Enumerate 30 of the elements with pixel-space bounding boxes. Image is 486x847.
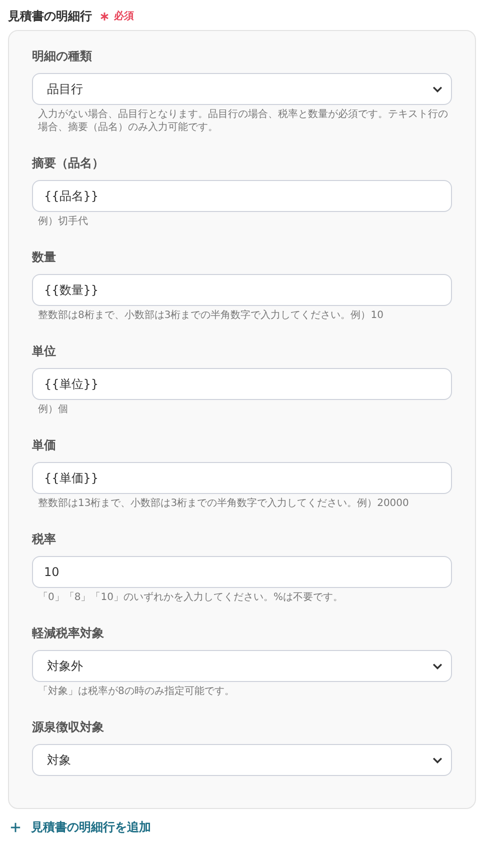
field-label: 摘要（品名） [32, 155, 105, 172]
help-text: 例）個 [37, 403, 69, 416]
input-field[interactable]: {{品名}} [32, 180, 452, 212]
help-text: 「0」「8」「10」のいずれかを入力してください。%は不要です。 [37, 591, 344, 604]
field-label: 税率 [32, 531, 57, 548]
field-label: 単価 [32, 437, 57, 454]
field-label: 数量 [32, 249, 57, 266]
input-field[interactable]: {{数量}} [32, 274, 452, 306]
dropdown[interactable]: 対象 [32, 744, 452, 776]
required-label: 必須 [114, 10, 134, 23]
field-label: 明細の種類 [32, 48, 93, 65]
dropdown[interactable]: 対象外 [32, 650, 452, 682]
add-row-link[interactable]: 見積書の明細行を追加 [8, 819, 151, 836]
field-label: 源泉徴収対象 [32, 719, 105, 736]
field-label: 単位 [32, 343, 57, 360]
chevron-down-icon [432, 662, 443, 670]
help-text: 整数部は13桁まで、小数部は3桁までの半角数字で入力してください。例）20000 [37, 497, 410, 510]
input-field[interactable]: 10 [32, 556, 452, 588]
plus-icon [10, 822, 21, 833]
input-field[interactable]: {{単位}} [32, 368, 452, 400]
help-text: 例）切手代 [37, 215, 89, 228]
field-label: 軽減税率対象 [32, 625, 105, 642]
input-field[interactable]: {{単価}} [32, 462, 452, 494]
help-text: 「対象」は税率が8の時のみ指定可能です。 [37, 685, 236, 698]
help-text: 入力がない場合、品目行となります。品目行の場合、税率と数量が必須です。テキスト行の場合、摘要（品名）のみ入力可能です。 [37, 108, 449, 134]
dropdown[interactable]: 品目行 [32, 73, 452, 105]
chevron-down-icon [432, 86, 443, 92]
help-text: 整数部は8桁まで、小数部は3桁までの半角数字で入力してください。例）10 [37, 309, 384, 322]
section-title: 見積書の明細行 [8, 8, 92, 24]
chevron-down-icon [432, 756, 443, 764]
